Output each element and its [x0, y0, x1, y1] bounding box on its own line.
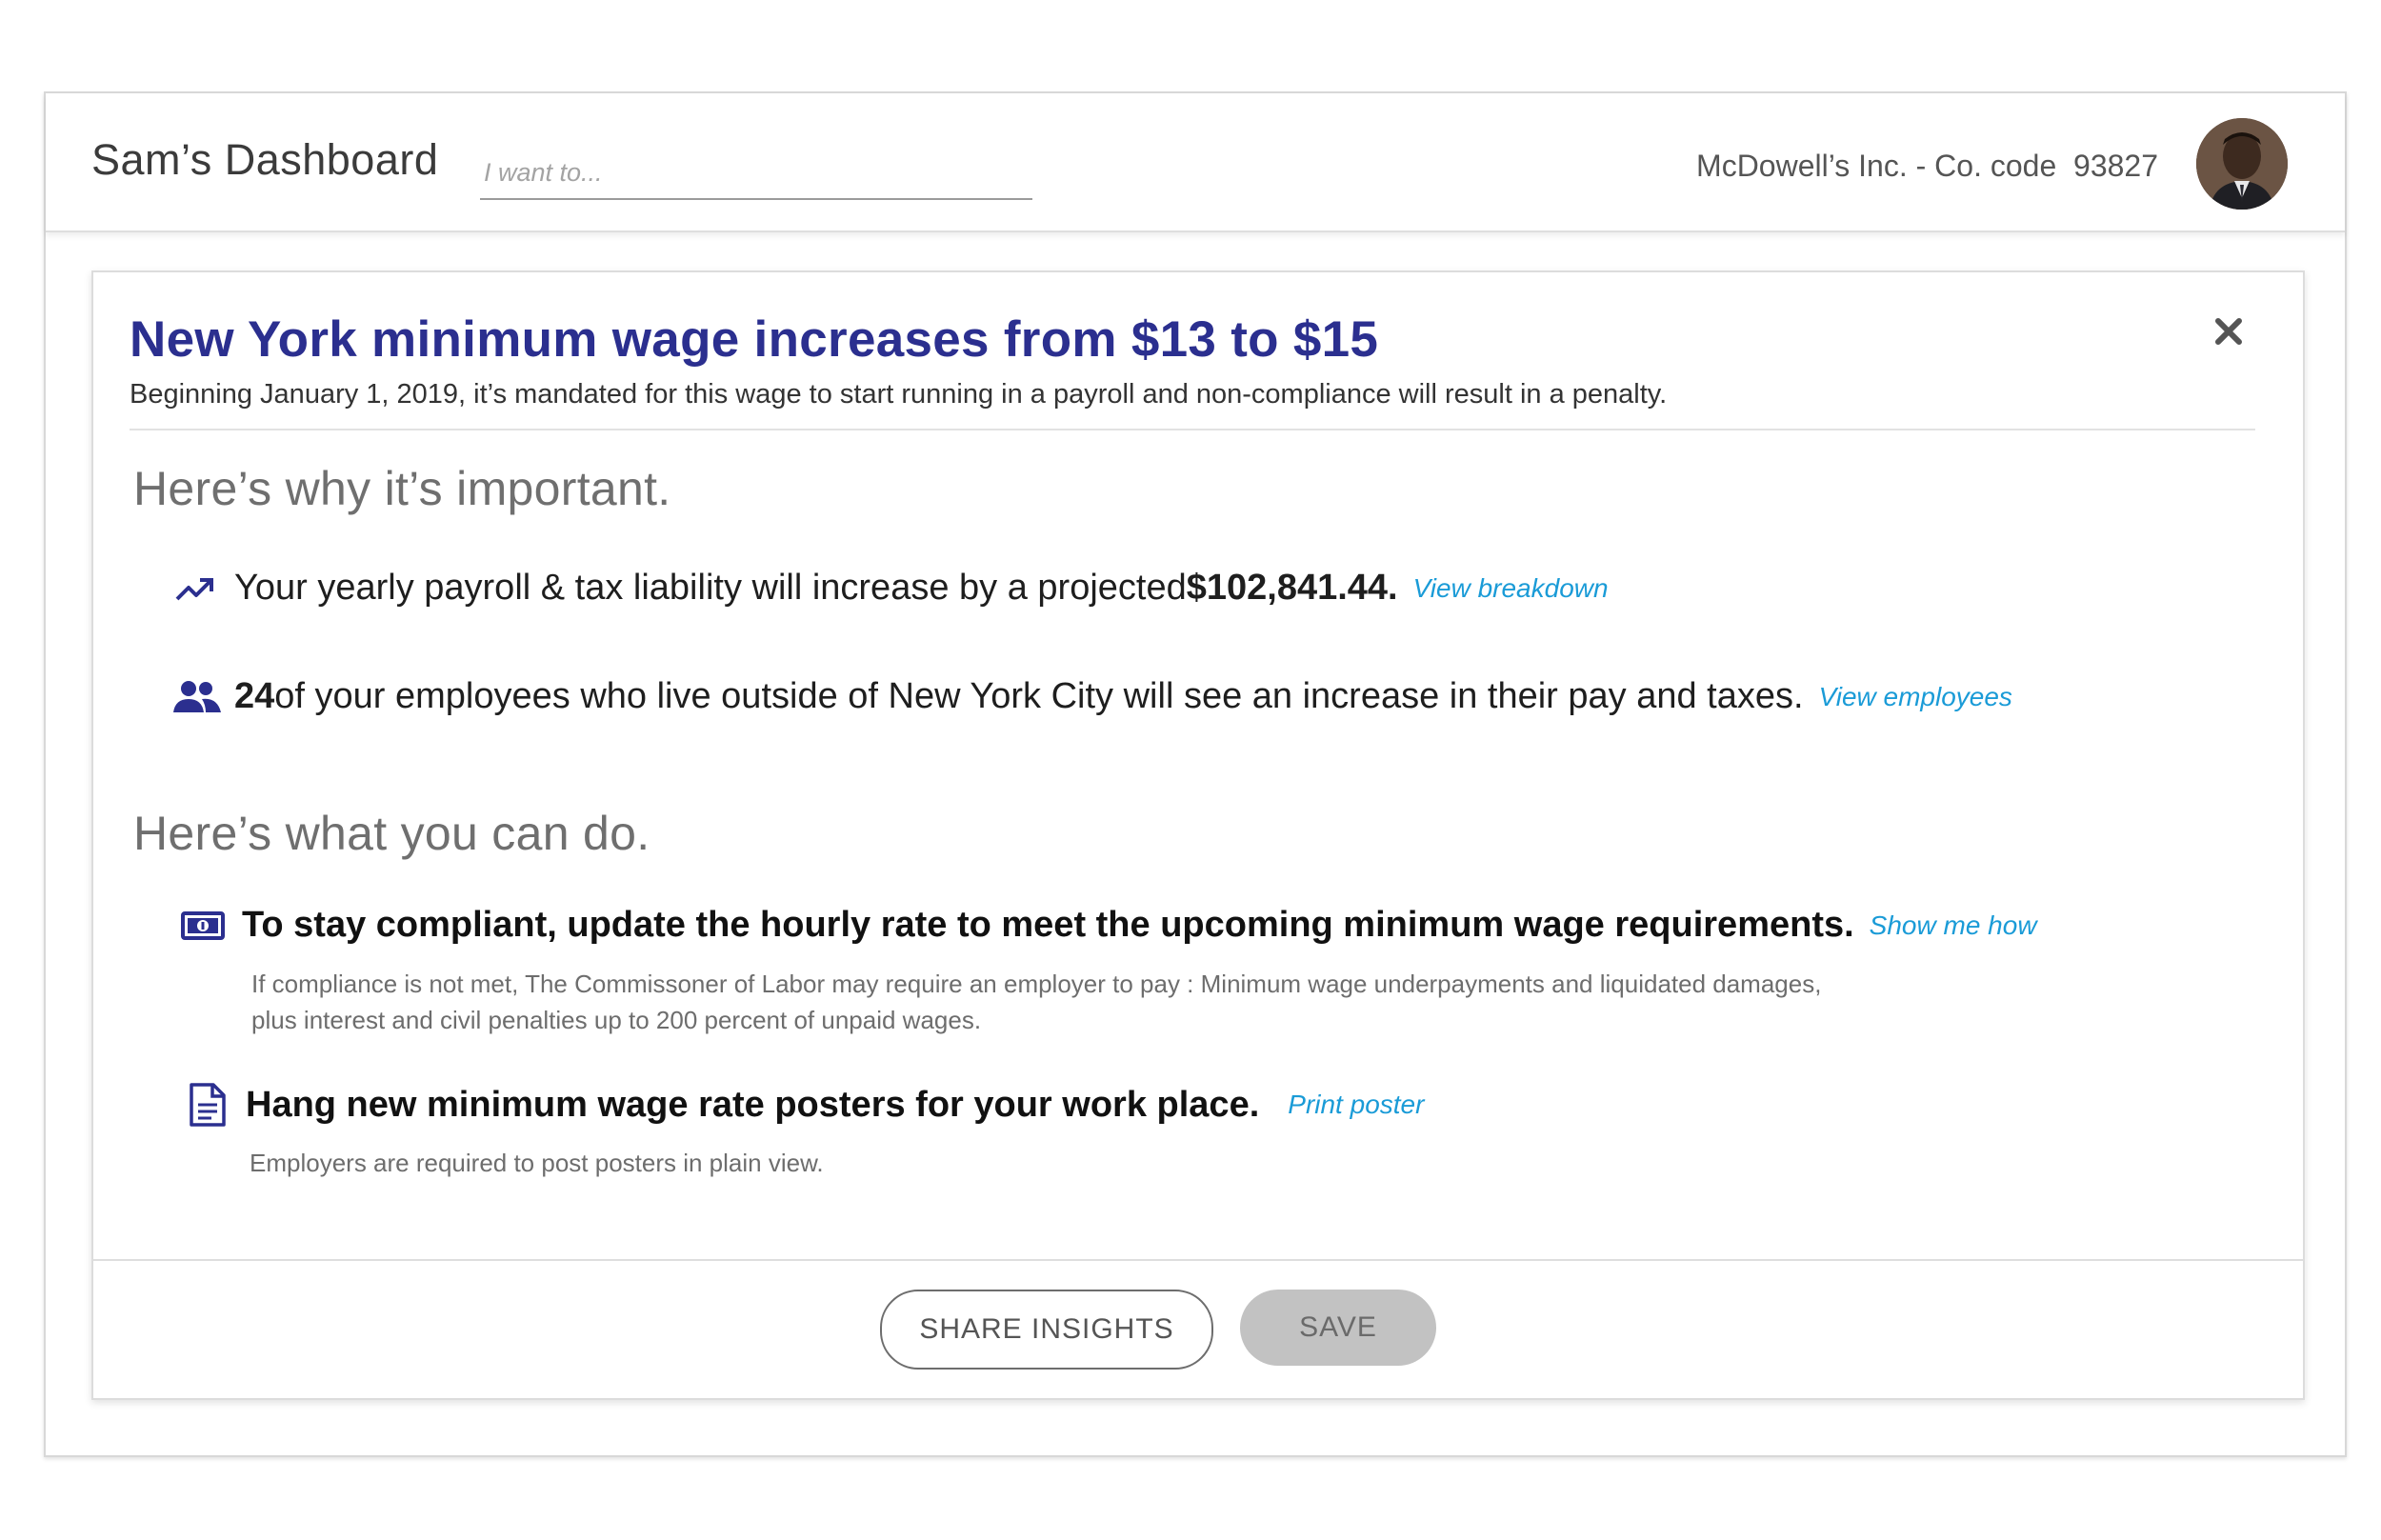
- trending-up-icon: [173, 576, 215, 601]
- divider: [130, 429, 2255, 430]
- share-insights-button[interactable]: SHARE INSIGHTS: [880, 1290, 1213, 1370]
- close-icon: [2215, 318, 2242, 345]
- hourly-rate-text: To stay compliant, update the hourly rat…: [242, 905, 1854, 945]
- show-me-how-link[interactable]: Show me how: [1870, 910, 2037, 941]
- print-poster-link[interactable]: Print poster: [1288, 1090, 1424, 1120]
- employee-count: 24: [234, 676, 275, 716]
- insight-row-liability: Your yearly payroll & tax liability will…: [173, 568, 1609, 609]
- posters-text: Hang new minimum wage rate posters for y…: [246, 1084, 1260, 1125]
- search-input[interactable]: [480, 147, 1040, 198]
- liability-text: Your yearly payroll & tax liability will…: [234, 568, 1187, 608]
- alert-title: New York minimum wage increases from $13…: [130, 311, 1379, 368]
- avatar-portrait: [2196, 118, 2288, 210]
- close-button[interactable]: [2208, 310, 2250, 352]
- liability-amount: $102,841.44.: [1186, 568, 1398, 608]
- search-field: [480, 147, 1040, 200]
- compliance-note: If compliance is not met, The Commissone…: [251, 966, 1821, 1038]
- action-row-hourly-rate: To stay compliant, update the hourly rat…: [181, 905, 2037, 946]
- user-avatar[interactable]: [2196, 118, 2288, 210]
- money-icon: [181, 910, 225, 940]
- employees-text: of your employees who live outside of Ne…: [274, 676, 1804, 716]
- compliance-note-line-1: If compliance is not met, The Commissone…: [251, 970, 1822, 998]
- top-bar: Sam’s Dashboard McDowell’s Inc. - Co. co…: [46, 93, 2345, 232]
- why-heading: Here’s why it’s important.: [133, 462, 671, 515]
- people-icon: [173, 680, 221, 714]
- posters-note: Employers are required to post posters i…: [250, 1149, 824, 1177]
- view-breakdown-link[interactable]: View breakdown: [1413, 573, 1609, 604]
- actions-heading: Here’s what you can do.: [133, 807, 650, 860]
- save-button[interactable]: SAVE: [1240, 1290, 1436, 1366]
- insight-row-employees: 24 of your employees who live outside of…: [173, 676, 2012, 717]
- action-row-posters: Hang new minimum wage rate posters for y…: [187, 1082, 1424, 1128]
- compliance-note-line-2: plus interest and civil penalties up to …: [251, 1006, 982, 1034]
- document-icon: [187, 1082, 229, 1128]
- alert-subtitle: Beginning January 1, 2019, it’s mandated…: [130, 379, 1668, 410]
- wage-alert-card: New York minimum wage increases from $13…: [91, 270, 2305, 1400]
- company-info: McDowell’s Inc. - Co. code 93827: [1696, 149, 2158, 183]
- app-window: Sam’s Dashboard McDowell’s Inc. - Co. co…: [44, 91, 2347, 1457]
- view-employees-link[interactable]: View employees: [1819, 682, 2012, 712]
- dashboard-title: Sam’s Dashboard: [91, 135, 439, 184]
- card-footer: SHARE INSIGHTS SAVE: [93, 1259, 2303, 1398]
